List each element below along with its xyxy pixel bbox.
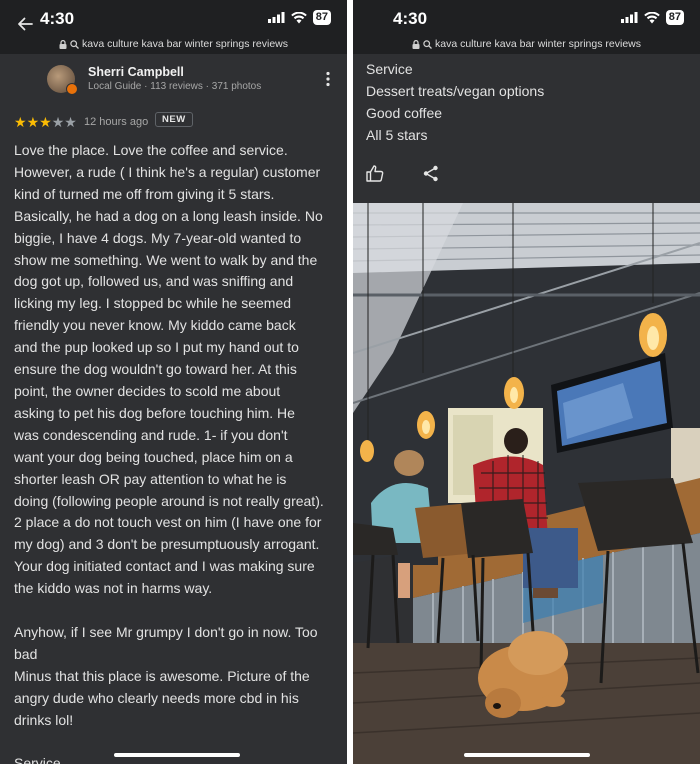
review-list-item: Service xyxy=(366,61,413,77)
review-line: dog got up, followed us, and was sniffin… xyxy=(14,273,294,290)
star-filled-icon: ★ xyxy=(14,114,27,130)
home-indicator[interactable] xyxy=(114,753,240,757)
review-line: Minus that this place is awesome. Pictur… xyxy=(14,667,310,684)
review-line: was condescending and rude. 1- if you do… xyxy=(14,426,288,443)
battery-indicator: 87 xyxy=(665,10,684,25)
wifi-icon xyxy=(290,11,307,23)
star-filled-icon: ★ xyxy=(26,114,40,130)
back-arrow-icon[interactable] xyxy=(16,15,34,33)
review-line: the kiddo was not in harms way. xyxy=(14,580,213,597)
review-photo[interactable] xyxy=(353,203,700,764)
review-line: Basically, he had a dog on a long leash … xyxy=(14,207,323,224)
review-line: Love the place. Love the coffee and serv… xyxy=(14,142,288,158)
review-line: kind of turned me off from giving it 5 s… xyxy=(14,185,275,202)
home-indicator[interactable] xyxy=(464,753,590,757)
thumbs-up-icon[interactable] xyxy=(366,165,384,182)
review-line: asking to pet his dog before touching hi… xyxy=(14,404,295,421)
review-list-item: Dessert treats/vegan options xyxy=(366,83,545,99)
battery-indicator: 87 xyxy=(312,10,331,25)
review-line: However, a rude ( I think he's a regular… xyxy=(14,163,321,180)
review-line: point, the owner decides to scold me abo… xyxy=(14,382,281,399)
search-icon xyxy=(423,39,432,49)
review-line: licking my leg. I stopped bc while he se… xyxy=(14,295,292,312)
left-screenshot: 4:30 87 kava culture kava bar winter spr… xyxy=(0,0,347,764)
star-empty-icon: ★ xyxy=(64,114,77,130)
star-empty-icon: ★ xyxy=(51,114,65,130)
review-line: friendly you never know. My kiddo came b… xyxy=(14,317,296,334)
signal-icon xyxy=(267,12,285,23)
review-line: shorter leash OR pay attention to what h… xyxy=(14,470,287,487)
review-line: drinks lol! xyxy=(14,711,74,728)
signal-icon xyxy=(620,12,638,23)
reviewer-name[interactable]: Sherri Campbell xyxy=(88,65,184,79)
status-bar: 4:30 87 xyxy=(353,0,700,34)
review-line: show me something. We went to walk by an… xyxy=(14,251,318,268)
review-line: ensure the dog wouldn't go toward her. A… xyxy=(14,361,297,378)
review-line: want your dog being touched, place him o… xyxy=(14,448,293,465)
new-badge: NEW xyxy=(155,112,193,127)
review-line: doing (following people around is not re… xyxy=(14,492,324,509)
review-list-item: Good coffee xyxy=(366,105,443,121)
review-list-item: All 5 stars xyxy=(366,127,428,143)
review-line: Anyhow, if I see Mr grumpy I don't go in… xyxy=(14,623,318,640)
review-time: 12 hours ago xyxy=(84,116,149,128)
system-icons: 87 xyxy=(620,10,684,25)
local-guide-badge-icon xyxy=(66,83,78,95)
share-icon[interactable] xyxy=(423,165,439,182)
review-continued-list: Service Dessert treats/vegan options Good … xyxy=(366,58,544,146)
review-line: 2 place a do not touch vest on him (I ha… xyxy=(14,514,322,531)
right-screenshot: 4:30 87 kava culture kava bar winter spr… xyxy=(353,0,700,764)
status-time: 4:30 xyxy=(393,9,428,28)
lock-icon xyxy=(412,39,420,49)
status-bar: 4:30 87 xyxy=(0,0,347,34)
status-time: 4:30 xyxy=(40,9,75,28)
review-line: and the pup looked up so I put my hand o… xyxy=(14,339,299,356)
url-text: kava culture kava bar winter springs rev… xyxy=(434,38,641,50)
review-line: Your dog initiated contact and I was mak… xyxy=(14,558,315,575)
star-rating: ★ ★ ★ ★ ★ xyxy=(14,115,77,129)
url-bar[interactable]: kava culture kava bar winter springs rev… xyxy=(0,34,347,54)
review-line: bad xyxy=(14,645,38,662)
more-options-icon[interactable] xyxy=(325,71,331,87)
url-bar[interactable]: kava culture kava bar winter springs rev… xyxy=(353,34,700,54)
review-line xyxy=(14,600,339,622)
review-line xyxy=(14,731,339,753)
review-line: angry dude who clearly needs more cbd in… xyxy=(14,689,299,706)
url-text: kava culture kava bar winter springs rev… xyxy=(81,38,288,50)
reviewer-meta: Local Guide · 113 reviews · 371 photos xyxy=(88,81,262,92)
system-icons: 87 xyxy=(267,10,331,25)
star-filled-icon: ★ xyxy=(39,114,52,130)
search-icon xyxy=(70,39,79,49)
review-text: Love the place. Love the coffee and serv… xyxy=(14,140,339,764)
wifi-icon xyxy=(643,11,660,23)
review-line: biggie, I have 4 dogs. My 7-year-old wan… xyxy=(14,229,302,246)
lock-icon xyxy=(59,39,67,49)
review-line: my dog) and 3 don't be presumptuously ar… xyxy=(14,536,320,553)
